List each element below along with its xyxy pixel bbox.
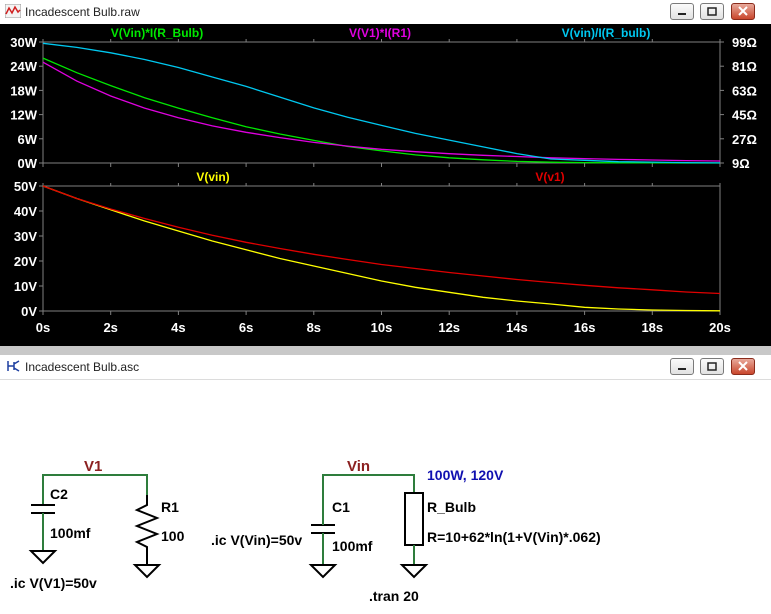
y-tick-label: 50V bbox=[14, 179, 37, 194]
y-tick-label: 6W bbox=[18, 132, 38, 147]
r1-value[interactable]: 100 bbox=[161, 528, 185, 544]
r1-name[interactable]: R1 bbox=[161, 499, 179, 515]
x-tick-label: 2s bbox=[103, 320, 117, 335]
schematic-app-icon bbox=[7, 360, 20, 372]
series-line-v-v1-[interactable] bbox=[42, 185, 721, 295]
minimize-icon bbox=[678, 13, 686, 15]
ground-icon bbox=[132, 564, 162, 579]
x-tick-label: 12s bbox=[438, 320, 460, 335]
x-tick-label: 14s bbox=[506, 320, 528, 335]
x-tick-label: 4s bbox=[171, 320, 185, 335]
y-tick-label: 18W bbox=[10, 83, 37, 98]
legend-v-vin-i-r-bulb-[interactable]: V(vin)/I(R_bulb) bbox=[562, 26, 651, 40]
r-bulb-rating[interactable]: 100W, 120V bbox=[427, 467, 504, 483]
y-tick-label-right: 99Ω bbox=[732, 35, 757, 50]
close-icon bbox=[738, 6, 748, 16]
y-tick-label-right: 9Ω bbox=[732, 156, 750, 171]
y-tick-label-right: 63Ω bbox=[732, 83, 757, 98]
restore-icon bbox=[707, 7, 717, 16]
wire[interactable] bbox=[322, 474, 415, 501]
ground-icon bbox=[399, 564, 429, 579]
series-line-v-v1-i-r1-[interactable] bbox=[42, 61, 721, 162]
net-label-vin[interactable]: Vin bbox=[347, 458, 370, 475]
schematic-titlebar[interactable]: Incadescent Bulb.asc bbox=[0, 355, 771, 380]
c1-value[interactable]: 100mf bbox=[332, 538, 373, 554]
mdi-separator bbox=[0, 346, 771, 355]
y-tick-label-right: 45Ω bbox=[732, 108, 757, 123]
y-tick-label: 30W bbox=[10, 35, 37, 50]
ground-icon bbox=[28, 550, 58, 565]
c1-name[interactable]: C1 bbox=[332, 499, 350, 515]
y-tick-label: 0W bbox=[18, 156, 38, 171]
plot-area[interactable]: 0W 6W 12W 18W 24W 30W 9Ω 27Ω 45Ω 63Ω 81Ω 99Ω V(Vin)*… bbox=[0, 24, 771, 346]
waveform-titlebar[interactable]: Incadescent Bulb.raw bbox=[0, 0, 771, 25]
waveform-window-title: Incadescent Bulb.raw bbox=[25, 5, 140, 19]
waveform-app-icon bbox=[5, 4, 21, 18]
r-bulb-value[interactable]: R=10+62*ln(1+V(Vin)*.062) bbox=[427, 529, 601, 545]
r1-resistor-zigzag[interactable] bbox=[134, 495, 160, 565]
power-pane[interactable]: 0W 6W 12W 18W 24W 30W 9Ω 27Ω 45Ω 63Ω 81Ω 99Ω V(Vin)*… bbox=[10, 26, 757, 171]
x-tick-label: 20s bbox=[709, 320, 731, 335]
restore-button[interactable] bbox=[700, 3, 724, 20]
c2-value[interactable]: 100mf bbox=[50, 525, 91, 541]
y-tick-label: 30V bbox=[14, 229, 37, 244]
ground-icon bbox=[308, 564, 338, 579]
x-tick-label: 0s bbox=[36, 320, 50, 335]
series-line-v-vin-i-r-bulb-[interactable] bbox=[42, 42, 721, 164]
close-button[interactable] bbox=[731, 3, 755, 20]
y-tick-label: 40V bbox=[14, 204, 37, 219]
legend-v-v1-[interactable]: V(v1) bbox=[535, 170, 564, 184]
plot-frame bbox=[42, 185, 721, 312]
schematic-window: Incadescent Bulb.asc V1 Vin C2 100mf R1 … bbox=[0, 355, 771, 614]
vin-circuit[interactable] bbox=[308, 474, 429, 579]
x-tick-label: 8s bbox=[307, 320, 321, 335]
x-tick-label: 6s bbox=[239, 320, 253, 335]
y-tick-label: 20V bbox=[14, 254, 37, 269]
y-tick-label: 24W bbox=[10, 59, 37, 74]
restore-button[interactable] bbox=[700, 358, 724, 375]
r-bulb-resistor[interactable] bbox=[404, 492, 424, 546]
voltage-pane[interactable]: 0V 10V 20V 30V 40V 50V V(vin) V(v1) 0s 2s 4s 6s 8s 10… bbox=[14, 170, 731, 335]
directive-ic-v1[interactable]: .ic V(V1)=50v bbox=[10, 575, 97, 591]
y-tick-label-right: 81Ω bbox=[732, 59, 757, 74]
y-tick-label: 0V bbox=[21, 304, 37, 319]
minimize-button[interactable] bbox=[670, 358, 694, 375]
x-tick-label: 16s bbox=[574, 320, 596, 335]
legend-v-vin-[interactable]: V(vin) bbox=[196, 170, 229, 184]
x-tick-label: 18s bbox=[641, 320, 663, 335]
waveform-window: Incadescent Bulb.raw 0W 6W 12W 18W 24W 30W 9Ω 2… bbox=[0, 0, 771, 346]
series-line-v-vin-i-r-bulb-[interactable] bbox=[42, 57, 720, 164]
y-tick-label-right: 27Ω bbox=[732, 132, 757, 147]
net-label-v1[interactable]: V1 bbox=[84, 458, 102, 475]
restore-icon bbox=[707, 362, 717, 371]
c1-capacitor-plates[interactable] bbox=[311, 524, 335, 534]
series-line-v-vin-[interactable] bbox=[42, 185, 721, 312]
c2-name[interactable]: C2 bbox=[50, 486, 68, 502]
legend-v-vin-i-r-bulb-[interactable]: V(Vin)*I(R_Bulb) bbox=[111, 26, 203, 40]
y-tick-label: 10V bbox=[14, 279, 37, 294]
c2-capacitor-plates[interactable] bbox=[31, 504, 55, 514]
close-icon bbox=[738, 361, 748, 371]
r-bulb-name[interactable]: R_Bulb bbox=[427, 499, 476, 515]
close-button[interactable] bbox=[731, 358, 755, 375]
minimize-icon bbox=[678, 368, 686, 370]
schematic-window-title: Incadescent Bulb.asc bbox=[25, 360, 140, 374]
legend-v-v1-i-r1-[interactable]: V(V1)*I(R1) bbox=[349, 26, 411, 40]
directive-ic-vin[interactable]: .ic V(Vin)=50v bbox=[211, 532, 302, 548]
directive-tran[interactable]: .tran 20 bbox=[369, 588, 419, 604]
x-tick-label: 10s bbox=[371, 320, 393, 335]
minimize-button[interactable] bbox=[670, 3, 694, 20]
y-tick-label: 12W bbox=[10, 108, 37, 123]
